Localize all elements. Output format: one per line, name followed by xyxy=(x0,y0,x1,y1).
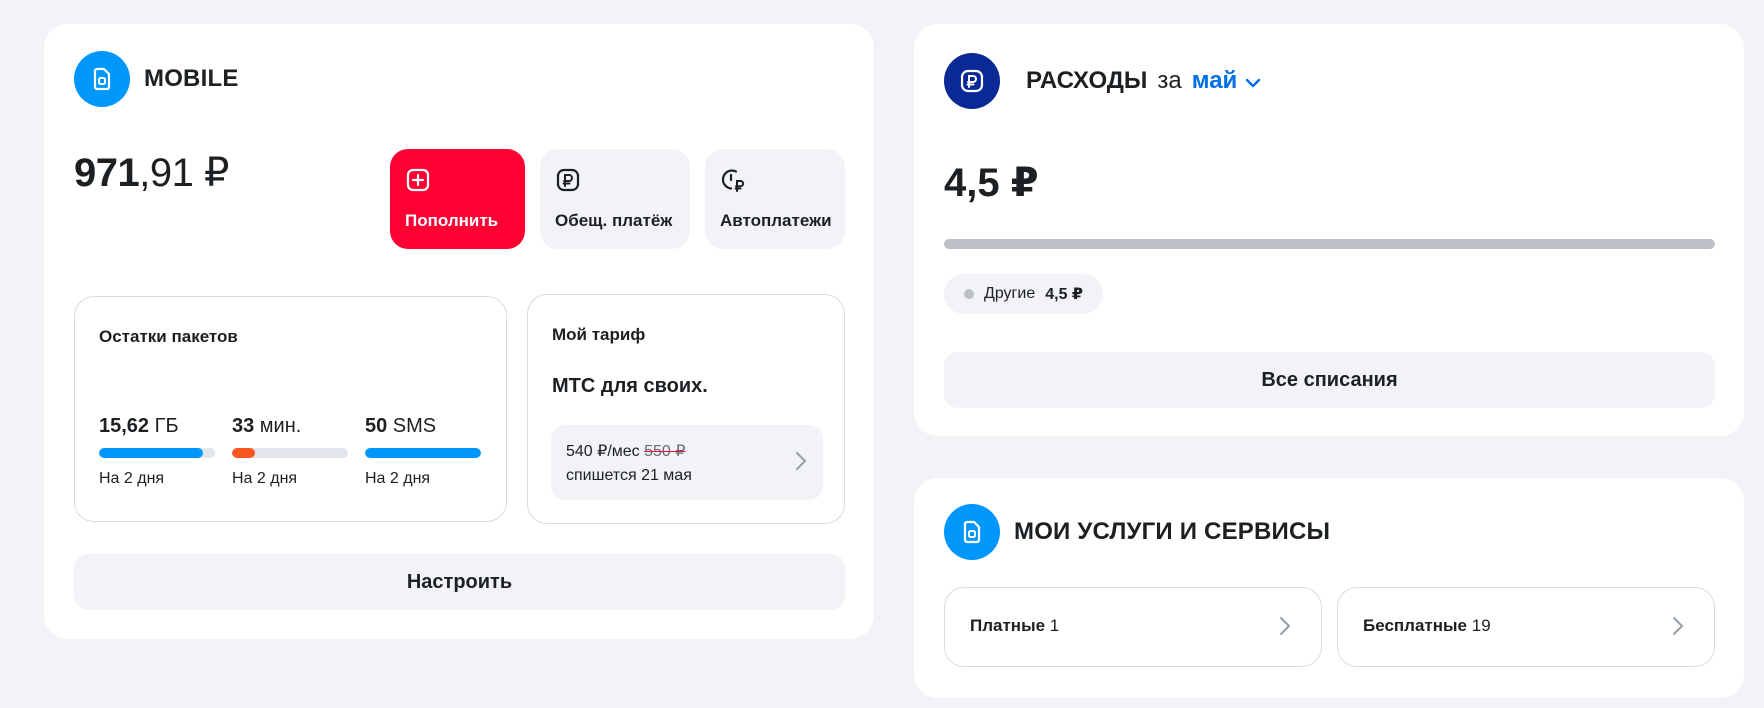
promised-payment-button[interactable]: Обещ. платёж xyxy=(540,149,690,249)
package-expiry: На 2 дня xyxy=(365,470,431,487)
paid-services-label: Платные 1 xyxy=(970,616,1059,636)
sim-card-icon xyxy=(944,504,1000,560)
services-title: МОИ УСЛУГИ И СЕРВИСЫ xyxy=(1014,518,1331,545)
expenses-card: РАСХОДЫ за май 4,5 ₽ Другие 4,5 ₽ Все сп… xyxy=(914,24,1744,436)
package-progress-fill xyxy=(232,448,256,458)
package-expiry: На 2 дня xyxy=(232,470,298,487)
free-services-label: Бесплатные 19 xyxy=(1363,616,1491,636)
free-count: 19 xyxy=(1471,616,1491,635)
clock-ruble-icon xyxy=(720,167,746,193)
sim-card-icon xyxy=(74,51,130,107)
package-minutes: 33 мин. На 2 дня xyxy=(232,415,348,488)
paid-count: 1 xyxy=(1049,616,1060,635)
mobile-title: MOBILE xyxy=(144,65,239,92)
tariff-details-link[interactable]: 540 ₽/мес 550 ₽ спишется 21 мая xyxy=(551,425,823,500)
expenses-amount: 4,5 ₽ xyxy=(944,161,1039,205)
package-unit: SMS xyxy=(387,415,437,437)
package-unit: ГБ xyxy=(149,415,179,437)
plus-icon xyxy=(405,167,431,193)
category-amount: 4,5 ₽ xyxy=(1045,286,1084,303)
package-amount: 50 xyxy=(365,415,388,437)
month-label: май xyxy=(1191,67,1238,94)
all-debits-button[interactable]: Все списания xyxy=(944,352,1715,408)
tariff-current-price: 540 ₽/мес xyxy=(566,443,645,460)
free-services-link[interactable]: Бесплатные 19 xyxy=(1337,587,1715,667)
chevron-right-icon xyxy=(1672,616,1684,641)
package-progress-fill xyxy=(99,448,204,458)
free-label: Бесплатные xyxy=(1363,616,1467,635)
tariff-title: Мой тариф xyxy=(552,325,646,344)
tariff-debit-date: спишется 21 мая xyxy=(566,467,692,484)
mobile-card: MOBILE 971,91 ₽ Пополнить Обещ. платёж А… xyxy=(44,24,874,639)
package-value: 50 SMS xyxy=(365,415,481,438)
balance-frac: ,91 ₽ xyxy=(139,151,229,195)
packages-title: Остатки пакетов xyxy=(99,327,238,346)
package-amount: 15,62 xyxy=(99,415,150,437)
package-value: 33 мин. xyxy=(232,415,348,438)
chevron-right-icon xyxy=(1279,616,1291,641)
expenses-header: РАСХОДЫ за май xyxy=(1026,67,1261,95)
ruble-icon xyxy=(555,167,581,193)
promised-payment-label: Обещ. платёж xyxy=(555,211,673,230)
package-unit: мин. xyxy=(254,415,302,437)
configure-button[interactable]: Настроить xyxy=(74,554,845,610)
package-progress-bar xyxy=(365,448,481,458)
tariff-old-price: 550 ₽ xyxy=(644,443,686,460)
category-label: Другие xyxy=(984,285,1036,302)
autopay-button[interactable]: Автоплатежи xyxy=(705,149,845,249)
expenses-title: РАСХОДЫ xyxy=(1026,67,1148,94)
chevron-right-icon xyxy=(795,451,807,476)
balance-int: 971 xyxy=(74,151,140,195)
package-sms: 50 SMS На 2 дня xyxy=(365,415,481,488)
expense-category-chip[interactable]: Другие 4,5 ₽ xyxy=(944,274,1104,314)
tariff-price: 540 ₽/мес 550 ₽ xyxy=(566,441,685,461)
package-progress-bar xyxy=(232,448,348,458)
package-balances-card: Остатки пакетов 15,62 ГБ На 2 дня 33 мин… xyxy=(74,296,507,522)
category-dot xyxy=(964,289,974,299)
package-expiry: На 2 дня xyxy=(99,470,165,487)
balance: 971,91 ₽ xyxy=(74,150,229,196)
autopay-label: Автоплатежи xyxy=(720,211,832,230)
chevron-down-icon xyxy=(1245,67,1261,95)
package-internet: 15,62 ГБ На 2 дня xyxy=(99,415,215,488)
package-progress-bar xyxy=(99,448,215,458)
package-amount: 33 xyxy=(232,415,255,437)
expenses-for: за xyxy=(1157,67,1182,94)
topup-button[interactable]: Пополнить xyxy=(390,149,525,249)
paid-services-link[interactable]: Платные 1 xyxy=(944,587,1322,667)
paid-label: Платные xyxy=(970,616,1046,635)
services-card: МОИ УСЛУГИ И СЕРВИСЫ Платные 1 Бесплатны… xyxy=(914,478,1744,698)
ruble-wallet-icon xyxy=(944,53,1000,109)
tariff-name: МТС для своих. xyxy=(552,375,708,397)
my-tariff-card: Мой тариф МТС для своих. 540 ₽/мес 550 ₽… xyxy=(527,294,845,524)
topup-label: Пополнить xyxy=(405,211,499,230)
package-value: 15,62 ГБ xyxy=(99,415,215,438)
package-progress-fill xyxy=(365,448,481,458)
expenses-bar xyxy=(944,239,1715,249)
month-selector[interactable]: май xyxy=(1192,67,1262,95)
